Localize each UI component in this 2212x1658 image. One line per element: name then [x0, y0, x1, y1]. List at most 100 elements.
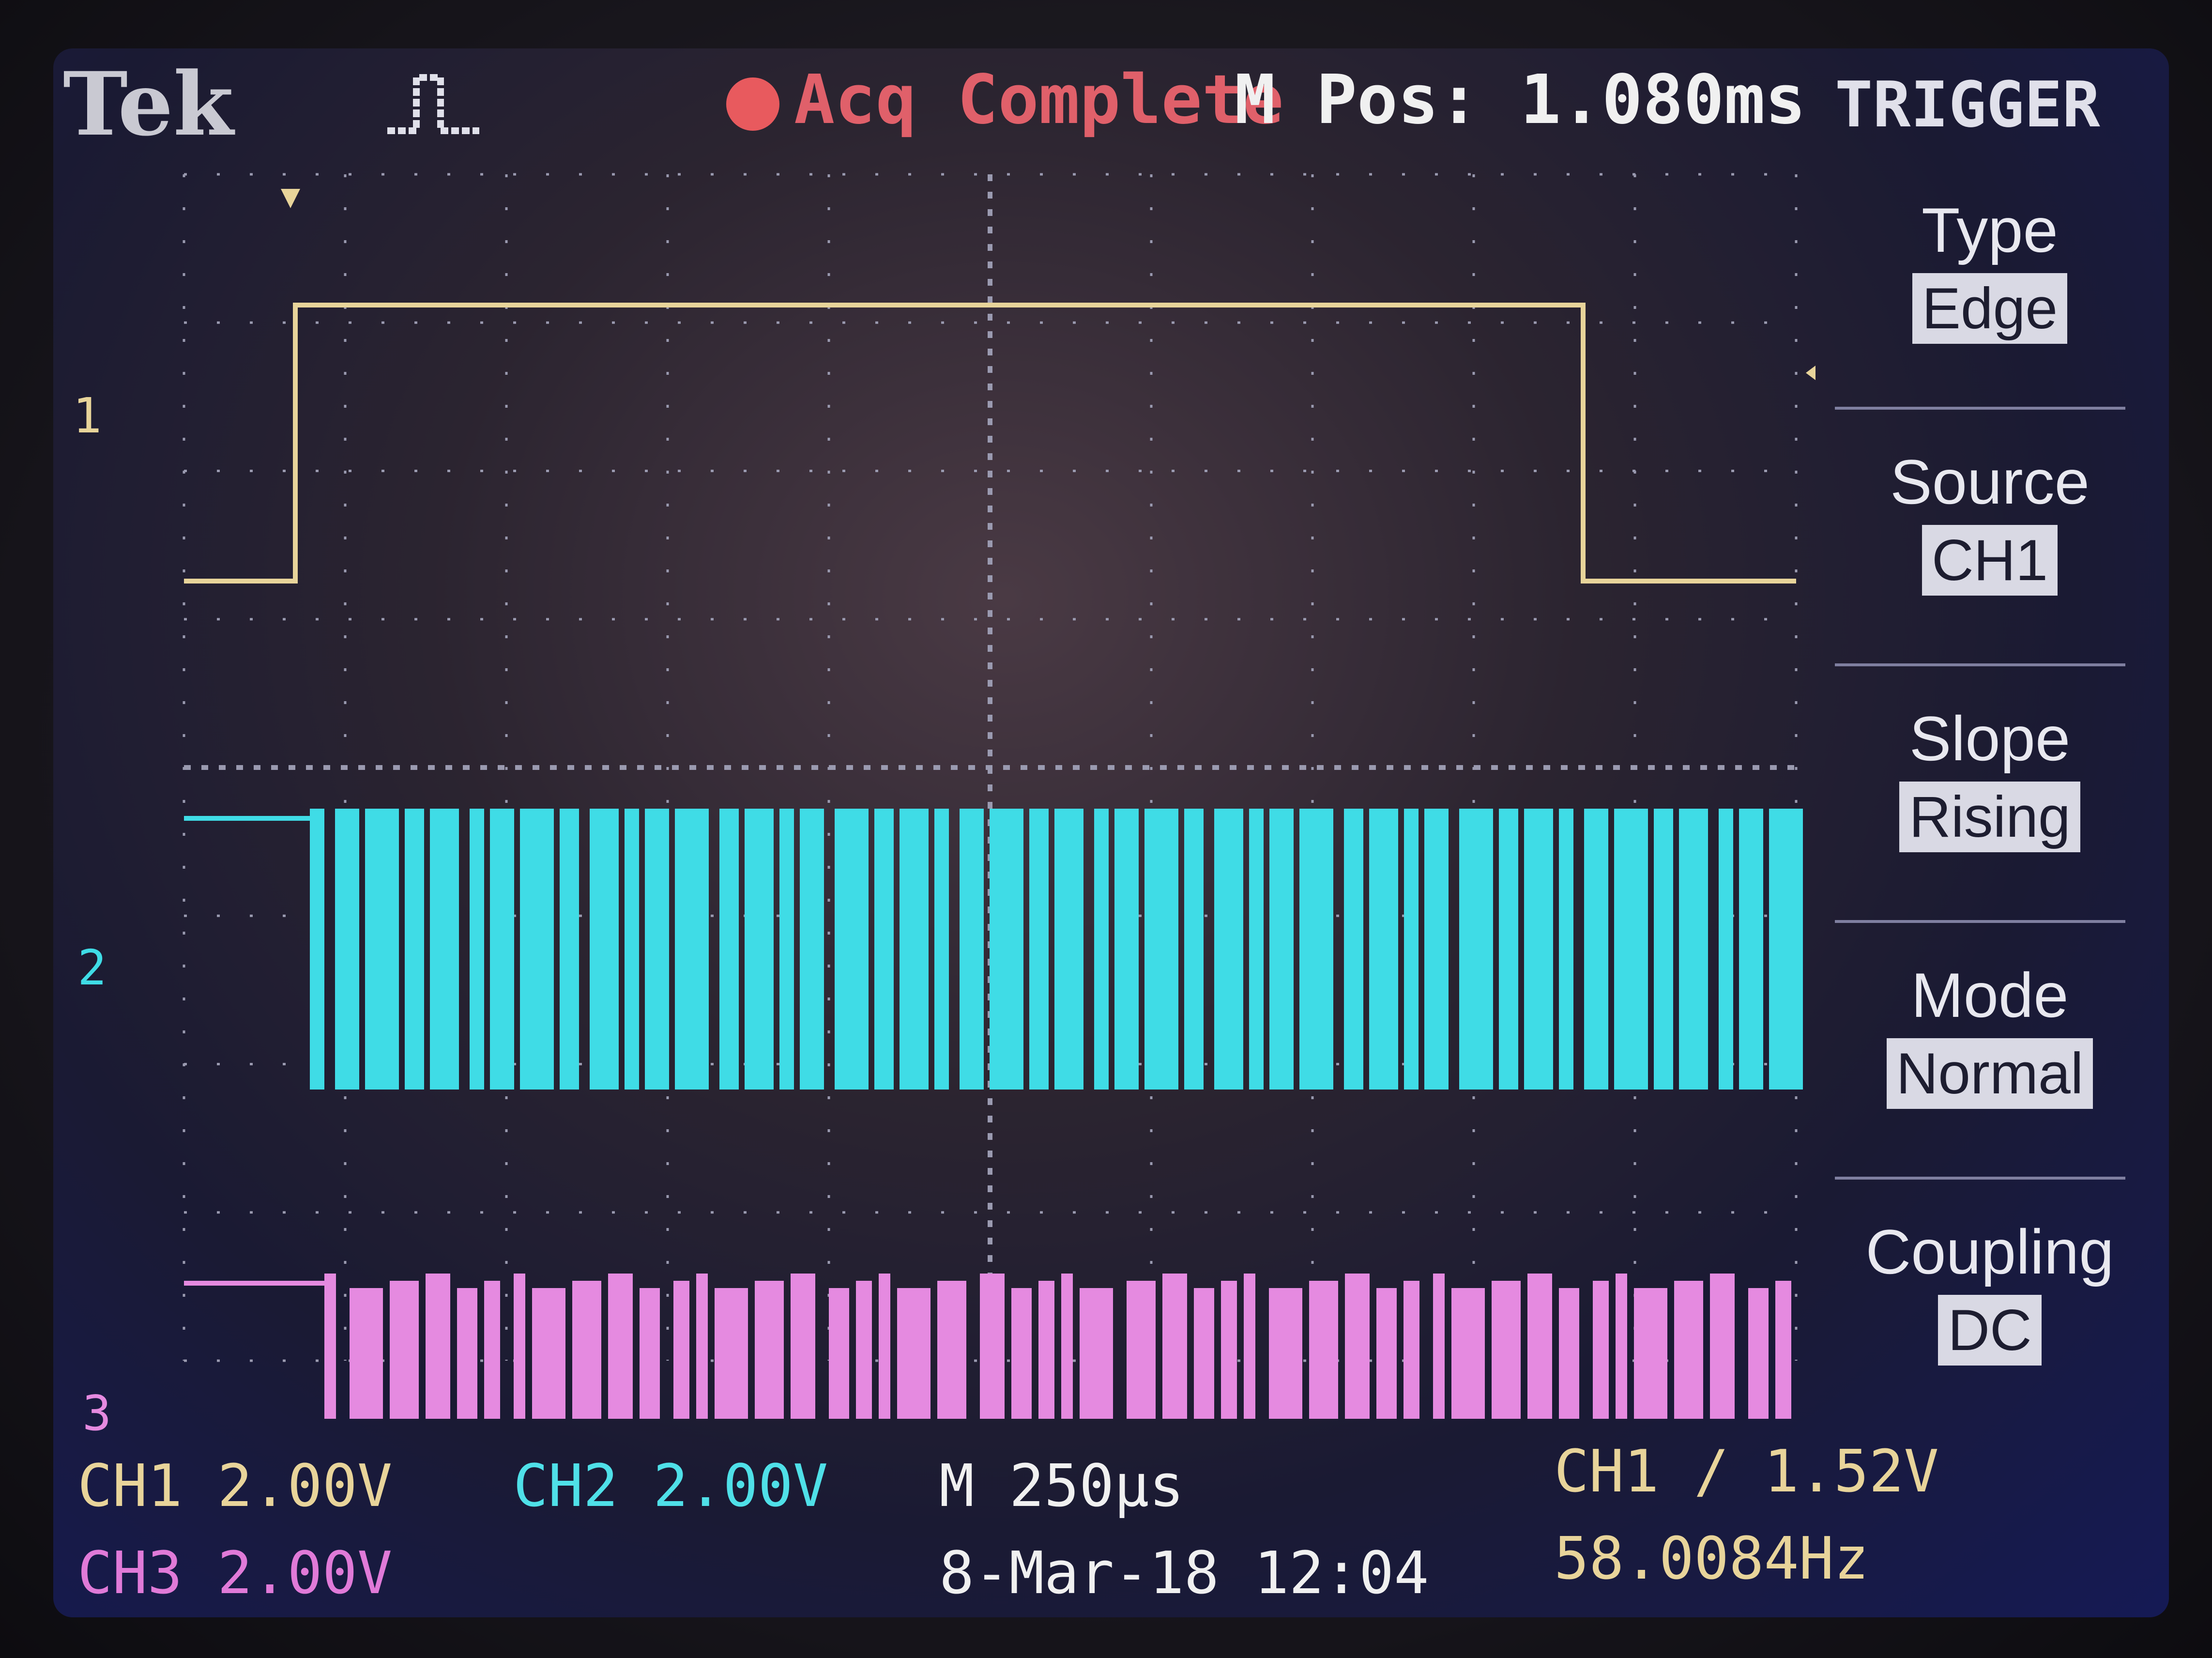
ch3-burst [532, 1288, 565, 1419]
ch3-burst [1309, 1281, 1338, 1419]
ch2-burst [1679, 809, 1708, 1090]
trigger-position-marker [281, 189, 300, 208]
menu-type[interactable]: Type Edge [1815, 165, 2164, 416]
menu-type-value: Edge [1912, 273, 2068, 344]
ch3-burst [937, 1281, 966, 1419]
menu-slope-value: Rising [1899, 782, 2080, 852]
ch3-burst [1376, 1288, 1397, 1419]
ch2-burst [1584, 809, 1608, 1090]
ch2-burst [405, 809, 424, 1090]
menu-type-label: Type [1922, 195, 2058, 265]
ch3-burst [715, 1288, 748, 1419]
menu-divider [1835, 920, 2125, 923]
menu-source[interactable]: Source CH1 [1815, 416, 2164, 668]
trigger-menu: Type Edge Source CH1 Slope Rising Mode N… [1815, 165, 2164, 1375]
menu-divider [1835, 663, 2125, 666]
ch2-burst [1249, 809, 1264, 1090]
ch2-burst [1654, 809, 1673, 1090]
ch2-burst [1424, 809, 1449, 1090]
menu-divider [1835, 1177, 2125, 1180]
ch2-burst [1499, 809, 1518, 1090]
ch3-burst [1011, 1288, 1032, 1419]
ch2-burst [1769, 809, 1803, 1090]
trigger-level: CH1 ∕ 1.52V [1554, 1438, 1939, 1505]
trigger-frequency: 58.0084Hz [1554, 1525, 1869, 1593]
menu-mode[interactable]: Mode Normal [1815, 930, 2164, 1182]
ch2-burst [960, 809, 984, 1090]
ch3-scale: CH3 2.00V [77, 1540, 393, 1607]
trigger-pulse-icon [387, 74, 479, 134]
ch3-burst [1710, 1274, 1735, 1419]
ch3-burst [755, 1281, 784, 1419]
ch3-burst [897, 1288, 931, 1419]
ch2-burst [874, 809, 894, 1090]
ch2-burst [1719, 809, 1733, 1090]
ch2-burst [490, 809, 514, 1090]
menu-slope-label: Slope [1909, 703, 2071, 774]
ch2-burst [560, 809, 579, 1090]
ch3-burst [1194, 1288, 1214, 1419]
ch2-burst [430, 809, 459, 1090]
ch3-burst [1593, 1281, 1609, 1419]
ch2-burst [645, 809, 669, 1090]
menu-coupling[interactable]: Coupling DC [1815, 1186, 2164, 1438]
graticule-grid [183, 173, 1798, 1362]
menu-slope[interactable]: Slope Rising [1815, 673, 2164, 925]
ch2-burst [335, 809, 359, 1090]
ch2-burst [1459, 809, 1493, 1090]
ch3-burst [1162, 1274, 1187, 1419]
ch2-burst [1299, 809, 1333, 1090]
ch2-trace [184, 809, 1803, 1090]
ch3-burst [1616, 1274, 1627, 1419]
menu-source-label: Source [1890, 446, 2090, 517]
menu-coupling-value: DC [1938, 1295, 2042, 1366]
ch3-burst [1527, 1274, 1552, 1419]
ch3-burst [1559, 1288, 1579, 1419]
ch3-burst [484, 1281, 500, 1419]
ch1-trace [184, 303, 1796, 583]
ch2-burst [934, 809, 949, 1090]
ch2-burst [719, 809, 739, 1090]
ch3-burst [457, 1288, 477, 1419]
ch2-burst [470, 809, 484, 1090]
ch2-scale: CH2 2.00V [513, 1453, 828, 1520]
ch2-burst [365, 809, 399, 1090]
ch1-scale: CH1 2.00V [77, 1453, 393, 1520]
ch3-burst [696, 1274, 708, 1419]
menu-source-value: CH1 [1922, 525, 2058, 596]
ch2-burst [1114, 809, 1139, 1090]
ch2-burst [779, 809, 794, 1090]
ch2-burst [310, 809, 324, 1090]
ch3-burst [1403, 1281, 1419, 1419]
ch3-trace [184, 1274, 1791, 1419]
acq-status-text: Acq Complete [794, 61, 1284, 139]
ch3-burst [324, 1274, 336, 1419]
ch3-burst [1775, 1281, 1791, 1419]
ch3-burst [1634, 1288, 1667, 1419]
ch2-burst [1344, 809, 1363, 1090]
ch3-burst [856, 1281, 872, 1419]
ch2-burst [625, 809, 639, 1090]
ch2-burst [675, 809, 709, 1090]
ch3-burst [829, 1288, 849, 1419]
ch2-burst [745, 809, 774, 1090]
ch2-burst [520, 809, 554, 1090]
ch2-burst [900, 809, 929, 1090]
ch2-burst [1559, 809, 1573, 1090]
ch1-ground-marker: 1 [73, 387, 102, 444]
ch3-burst [1221, 1281, 1237, 1419]
menu-divider [1835, 407, 2125, 410]
ch2-burst [1214, 809, 1243, 1090]
ch1-waveform [184, 303, 1796, 583]
ch2-burst [1614, 809, 1648, 1090]
ch3-burst [1269, 1288, 1302, 1419]
ch2-burst [835, 809, 869, 1090]
trigger-level-marker [1806, 366, 1815, 380]
ch2-burst [1369, 809, 1398, 1090]
ch3-burst [791, 1274, 815, 1419]
ch3-ground-marker: 3 [82, 1385, 112, 1442]
ch2-burst [1029, 809, 1049, 1090]
date-time: 8-Mar-18 12:04 [939, 1540, 1429, 1607]
menu-mode-label: Mode [1911, 960, 2069, 1030]
ch3-burst [1674, 1281, 1703, 1419]
